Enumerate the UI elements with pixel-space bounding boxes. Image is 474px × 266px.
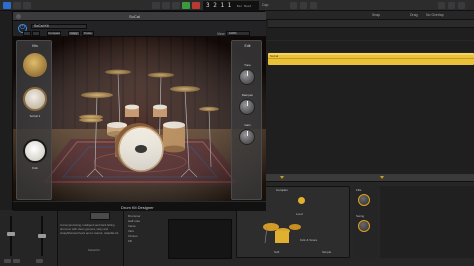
drummer-empty-area (380, 186, 474, 258)
drummer-library: Uncompromising, intelligent and hard-hit… (58, 210, 124, 266)
solo-button[interactable] (310, 2, 317, 9)
previous-preset-button[interactable] (23, 31, 31, 36)
plugin-window-title: SoCal (129, 14, 140, 19)
xy-pad-puck[interactable] (298, 197, 305, 204)
loops-button[interactable] (438, 2, 445, 9)
lcd-display[interactable]: 3 2 1 1 Bar Beat (203, 1, 259, 10)
drum-kit-stage[interactable]: Kits SoCal 1 Kick Edit Tune Dampen Gain (13, 37, 266, 201)
cycle-button[interactable] (290, 2, 297, 9)
gain-knob-label: Gain (244, 123, 251, 127)
drummer-list-item[interactable]: Fill (128, 239, 132, 243)
plugin-header: ⏻ SoCal Kit Compare Copy Paste View 100% (13, 21, 266, 37)
drag-mode-label[interactable]: No Overlap (426, 13, 444, 17)
track-lane-divider (264, 40, 474, 41)
library-button[interactable] (3, 2, 11, 9)
volume-fader-cap-2[interactable] (38, 234, 46, 238)
inspector (0, 210, 58, 266)
drummer-kit-name: SoCal Kit (88, 248, 100, 252)
stop-button[interactable] (172, 2, 180, 9)
preset-select[interactable]: SoCal Kit (31, 24, 87, 29)
fills-knob[interactable] (358, 194, 370, 206)
gain-knob[interactable] (239, 129, 255, 145)
volume-fader-cap[interactable] (7, 232, 15, 236)
tuner-button[interactable] (300, 2, 307, 9)
lcd-subtext: Bar Beat (236, 4, 252, 8)
edit-panel: Edit Tune Dampen Gain (231, 40, 262, 200)
rewind-button[interactable] (152, 2, 160, 9)
xy-pad-left-label: Loud (296, 212, 303, 216)
drummer-list-item[interactable]: Chorus (128, 234, 138, 238)
close-button[interactable] (16, 14, 21, 19)
snap-label[interactable]: Snap (372, 13, 380, 17)
region-marker (280, 176, 284, 179)
record-button[interactable] (192, 2, 200, 9)
snare-icon[interactable] (23, 87, 47, 111)
control-bar: 3 2 1 1 Bar Beat Cap (0, 0, 474, 11)
tracks-toolbar: Snap Drag No Overlap (264, 11, 474, 20)
drummer-avatar (90, 212, 110, 220)
xy-pad-top-label: Complex (276, 188, 288, 192)
drummer-list-item[interactable]: Drummer (128, 214, 141, 218)
compare-button[interactable]: Compare (47, 31, 61, 36)
drum-pad-box[interactable] (168, 219, 232, 259)
swing-knob[interactable] (358, 220, 370, 232)
view-zoom-select[interactable]: 100% (226, 31, 250, 36)
dampen-knob-label: Dampen (241, 93, 254, 97)
cymbal-icon[interactable] (23, 53, 47, 77)
tune-knob-label: Tune (244, 63, 251, 67)
mute-button[interactable] (4, 259, 11, 263)
region-waveform (268, 58, 474, 59)
xy-pad-right-label: Simple (322, 250, 332, 254)
kit-piece-label: SoCal 1 (29, 114, 41, 118)
kit-panel-title: Kits (32, 44, 38, 48)
region-label: SoCal (270, 54, 279, 58)
drummer-region[interactable] (268, 53, 474, 65)
xy-pad-follow-label: Kick & Snare (300, 238, 318, 242)
drummer-list-item[interactable]: Intro (128, 229, 134, 233)
timeline-ruler[interactable] (268, 20, 474, 28)
drummer-description: Uncompromising, intelligent and hard-hit… (60, 223, 119, 235)
kit-piece-label: Kick (32, 166, 38, 170)
volume-fader-track[interactable] (10, 216, 12, 256)
xy-pad-bottom-label: Soft (274, 250, 280, 254)
tune-knob[interactable] (239, 69, 255, 85)
arrange-area[interactable] (264, 28, 474, 174)
drag-label[interactable]: Drag (410, 13, 418, 17)
view-label: View (217, 32, 225, 36)
drummer-list-item[interactable]: Verse (128, 224, 136, 228)
region-marker (380, 176, 384, 179)
dampen-knob[interactable] (239, 99, 255, 115)
drum-kit-designer-window: SoCal ⏻ SoCal Kit Compare Copy Paste Vie… (12, 11, 266, 211)
plugin-footer: Drum Kit Designer (13, 201, 266, 211)
kit-piece-panel: Kits SoCal 1 Kick (16, 40, 52, 200)
inspector-button[interactable] (13, 2, 21, 9)
mute-button-2[interactable] (36, 259, 43, 263)
browser-button[interactable] (458, 2, 465, 9)
kick-drum-icon[interactable] (23, 139, 47, 163)
paste-button[interactable]: Paste (82, 31, 94, 36)
plugin-name-label: Drum Kit Designer (121, 205, 154, 210)
fills-knob-label: Fills (356, 188, 362, 192)
plugin-titlebar[interactable]: SoCal (13, 12, 266, 21)
next-preset-button[interactable] (32, 31, 40, 36)
swing-knob-label: Swing (356, 214, 365, 218)
forward-button[interactable] (162, 2, 170, 9)
quick-help-button[interactable] (23, 2, 31, 9)
copy-button[interactable]: Copy (68, 31, 80, 36)
tempo-text: Cap (262, 3, 269, 7)
lcd-position: 3 2 1 1 (206, 2, 232, 9)
solo-button-channel[interactable] (13, 259, 20, 263)
notes-button[interactable] (448, 2, 455, 9)
play-button[interactable] (182, 2, 190, 9)
drummer-list-item[interactable]: Half note (128, 219, 140, 223)
edit-panel-title: Edit (244, 44, 251, 48)
